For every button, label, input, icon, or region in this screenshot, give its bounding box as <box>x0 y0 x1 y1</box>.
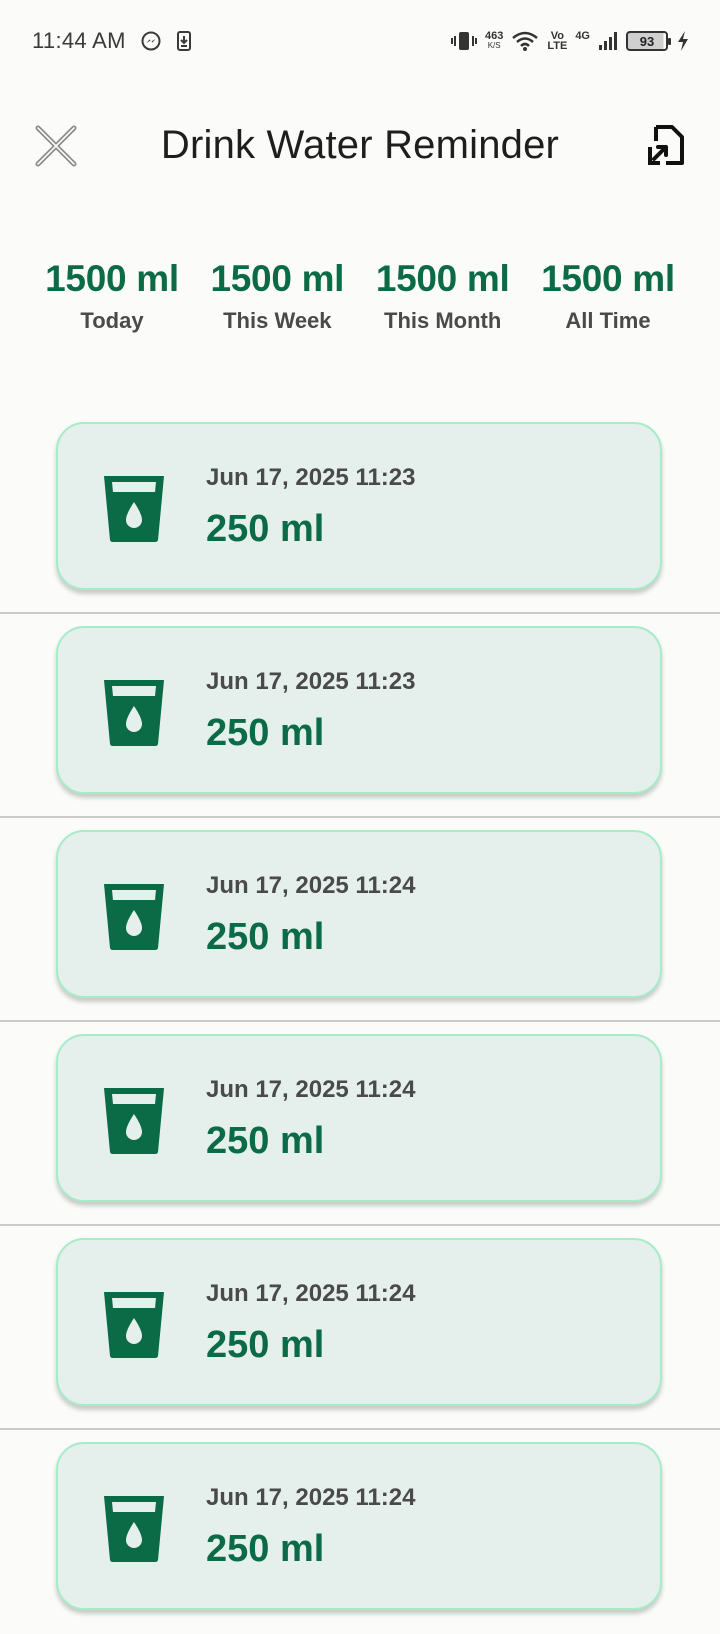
messenger-icon <box>140 30 162 52</box>
entry-date: Jun 17, 2025 11:24 <box>206 1280 416 1307</box>
stat-all-time: 1500 ml All Time <box>526 258 690 334</box>
stat-label: All Time <box>565 308 651 333</box>
entry-amount: 250 ml <box>206 1528 325 1570</box>
signal-icon <box>598 31 618 51</box>
entry-amount: 250 ml <box>206 1324 325 1366</box>
entry-amount: 250 ml <box>206 916 325 958</box>
water-glass-icon <box>104 1292 164 1358</box>
vibrate-icon <box>450 30 477 52</box>
entry-list[interactable]: Jun 17, 2025 11:23 250 ml Jun 17, 2025 1… <box>0 410 720 1634</box>
stat-this-month: 1500 ml This Month <box>361 258 525 334</box>
entry-amount: 250 ml <box>206 508 325 550</box>
entry-card[interactable]: Jun 17, 2025 11:23 250 ml <box>56 422 662 590</box>
water-glass-icon <box>104 476 164 542</box>
charging-icon <box>676 30 690 52</box>
status-bar: 11:44 AM 463 K/S Vo LTE 4G 93 <box>0 0 720 82</box>
entry-card[interactable]: Jun 17, 2025 11:24 250 ml <box>56 1238 662 1406</box>
net-speed-unit: K/S <box>487 41 501 50</box>
water-glass-icon <box>104 680 164 746</box>
battery-level: 93 <box>639 33 655 49</box>
net-speed-value: 463 <box>484 30 504 42</box>
entry-date: Jun 17, 2025 11:24 <box>206 1484 416 1511</box>
stat-label: This Week <box>223 308 332 333</box>
water-glass-icon <box>104 1088 164 1154</box>
entry-card[interactable]: Jun 17, 2025 11:24 250 ml <box>56 830 662 998</box>
close-button[interactable] <box>30 120 82 172</box>
stat-value: 1500 ml <box>45 258 179 299</box>
status-time: 11:44 AM <box>32 28 126 53</box>
stats-summary: 1500 ml Today 1500 ml This Week 1500 ml … <box>30 258 690 334</box>
water-glass-icon <box>104 1496 164 1562</box>
network-type: 4G <box>575 31 590 51</box>
volte-bottom: LTE <box>547 40 568 52</box>
entry-card[interactable]: Jun 17, 2025 11:23 250 ml <box>56 626 662 794</box>
entry-date: Jun 17, 2025 11:23 <box>206 464 416 491</box>
water-glass-icon <box>104 884 164 950</box>
list-item: Jun 17, 2025 11:23 250 ml <box>0 614 720 818</box>
page-title: Drink Water Reminder <box>160 122 560 167</box>
stat-label: Today <box>80 308 144 333</box>
list-item: Jun 17, 2025 11:24 250 ml <box>0 1226 720 1430</box>
download-icon <box>176 30 192 52</box>
export-file-icon <box>648 125 684 165</box>
app-bar: Drink Water Reminder <box>0 100 720 190</box>
entry-amount: 250 ml <box>206 712 325 754</box>
stat-this-week: 1500 ml This Week <box>195 258 359 334</box>
net-speed: 463 K/S <box>485 31 503 51</box>
stat-value: 1500 ml <box>375 258 510 299</box>
stat-value: 1500 ml <box>541 258 675 299</box>
entry-card[interactable]: Jun 17, 2025 11:24 250 ml <box>56 1442 662 1610</box>
list-item: Jun 17, 2025 11:24 250 ml <box>0 1430 720 1634</box>
entry-amount: 250 ml <box>206 1120 325 1162</box>
wifi-icon <box>511 30 539 52</box>
list-item: Jun 17, 2025 11:24 250 ml <box>0 1022 720 1226</box>
network-label: 4G <box>575 30 590 42</box>
export-button[interactable] <box>640 118 692 174</box>
list-item: Jun 17, 2025 11:24 250 ml <box>0 818 720 1022</box>
entry-date: Jun 17, 2025 11:24 <box>206 872 416 899</box>
entry-date: Jun 17, 2025 11:23 <box>206 668 416 695</box>
stat-value: 1500 ml <box>210 258 345 299</box>
entry-card[interactable]: Jun 17, 2025 11:24 250 ml <box>56 1034 662 1202</box>
volte-indicator: Vo LTE <box>547 31 568 52</box>
stat-today: 1500 ml Today <box>30 258 194 334</box>
stat-label: This Month <box>384 308 502 333</box>
list-item: Jun 17, 2025 11:23 250 ml <box>0 410 720 614</box>
battery-icon: 93 <box>626 31 671 51</box>
close-icon <box>35 125 77 167</box>
entry-date: Jun 17, 2025 11:24 <box>206 1076 416 1103</box>
